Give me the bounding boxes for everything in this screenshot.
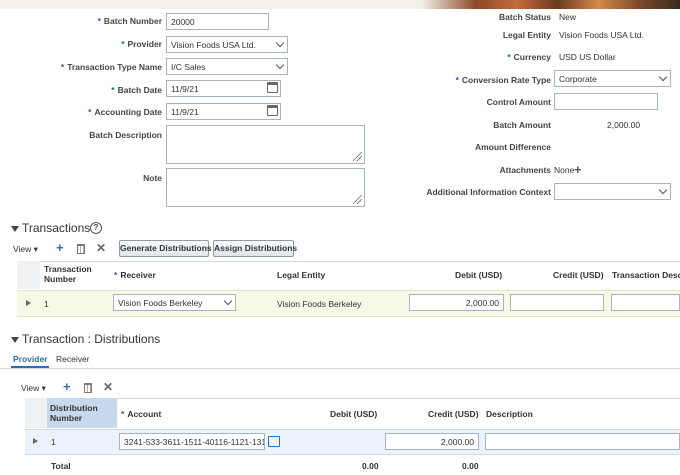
- col-distribution-number: Distribution Number: [50, 403, 98, 423]
- col-receiver: * Receiver: [114, 270, 156, 280]
- additional-info-context-label: Additional Information Context: [426, 187, 551, 197]
- receiver-select[interactable]: Vision Foods Berkeley: [113, 294, 236, 311]
- close-icon[interactable]: ✕: [103, 381, 113, 393]
- total-debit: 0.00: [362, 461, 379, 471]
- credit-field[interactable]: [510, 294, 604, 311]
- calendar-icon[interactable]: [267, 105, 278, 116]
- note-textarea[interactable]: [166, 168, 365, 207]
- generate-distributions-button[interactable]: Generate Distributions: [119, 240, 212, 257]
- amount-difference-label: Amount Difference: [474, 142, 551, 152]
- accounting-date-value: 11/9/21: [166, 103, 281, 120]
- col-description: Description: [486, 409, 533, 419]
- batch-amount-value: 2,000.00: [607, 120, 641, 130]
- receiver-value: Vision Foods Berkeley: [113, 294, 236, 311]
- transaction-description-field[interactable]: [611, 294, 680, 311]
- batch-description-label: Batch Description: [89, 130, 162, 140]
- close-icon[interactable]: ✕: [96, 242, 106, 254]
- help-icon[interactable]: ?: [90, 222, 102, 234]
- batch-date-field[interactable]: 11/9/21: [166, 80, 281, 97]
- conversion-rate-type-value: Corporate: [554, 70, 671, 87]
- table-divider: [25, 398, 680, 399]
- accounting-date-label: * Accounting Date: [88, 107, 162, 117]
- batch-date-value: 11/9/21: [166, 80, 281, 97]
- col-account: * Account: [121, 409, 162, 419]
- provider-value: Vision Foods USA Ltd.: [166, 36, 288, 53]
- table-divider: [17, 261, 680, 262]
- control-amount-field[interactable]: [554, 93, 658, 110]
- add-icon[interactable]: +: [56, 241, 64, 254]
- expand-row-icon[interactable]: [26, 300, 31, 306]
- legal-entity-label: Legal Entity: [502, 30, 551, 40]
- trash-icon[interactable]: [84, 383, 92, 393]
- col-credit: Credit (USD): [553, 270, 604, 280]
- batch-number-field[interactable]: 20000: [166, 13, 269, 30]
- view-label: View: [21, 383, 40, 393]
- distribution-description-field[interactable]: [485, 433, 680, 450]
- header-banner: [0, 0, 680, 9]
- provider-select[interactable]: Vision Foods USA Ltd.: [166, 36, 288, 53]
- conversion-rate-type-label: * Conversion Rate Type: [455, 75, 551, 85]
- collapse-transactions-icon[interactable]: [11, 226, 19, 232]
- batch-amount-label: Batch Amount: [493, 120, 551, 130]
- tab-receiver[interactable]: Receiver: [56, 354, 90, 364]
- batch-status-value: New: [559, 12, 577, 22]
- transactions-view-menu[interactable]: View ▾: [13, 244, 38, 255]
- add-attachment-icon[interactable]: +: [574, 163, 582, 176]
- distribution-credit-field[interactable]: 2,000.00: [385, 433, 479, 450]
- accounting-date-field[interactable]: 11/9/21: [166, 103, 281, 120]
- note-label: Note: [143, 173, 162, 183]
- col-transaction-desc: Transaction Desc: [612, 270, 680, 280]
- resize-grip-icon[interactable]: [353, 152, 362, 161]
- debit-field[interactable]: 2,000.00: [409, 294, 504, 311]
- col-legal-entity: Legal Entity: [277, 270, 326, 280]
- row-header-gutter: [25, 398, 47, 428]
- trash-icon[interactable]: [77, 244, 85, 254]
- provider-label: * Provider: [121, 39, 162, 49]
- currency-value: USD US Dollar: [559, 52, 616, 62]
- add-icon[interactable]: +: [63, 380, 71, 393]
- batch-number-label: * Batch Number: [97, 16, 162, 26]
- attachments-label: Attachments: [499, 165, 551, 175]
- expand-row-icon[interactable]: [33, 438, 38, 444]
- calendar-icon[interactable]: [267, 82, 278, 93]
- batch-status-label: Batch Status: [499, 12, 551, 22]
- legal-entity-value: Vision Foods USA Ltd.: [559, 30, 644, 40]
- transaction-number-cell: 1: [44, 299, 49, 309]
- transaction-type-select[interactable]: I/C Sales: [166, 58, 288, 75]
- batch-date-label: * Batch Date: [111, 85, 162, 95]
- distributions-title: Transaction : Distributions: [22, 332, 161, 346]
- col-debit: Debit (USD): [455, 270, 503, 280]
- view-label: View: [13, 244, 32, 254]
- tab-divider: [0, 368, 680, 369]
- col-transaction-number: Transaction Number: [44, 264, 92, 284]
- distributions-view-menu[interactable]: View ▾: [21, 383, 46, 394]
- distribution-number-cell: 1: [51, 437, 56, 447]
- currency-label: * Currency: [507, 52, 551, 62]
- total-label: Total: [51, 461, 71, 471]
- batch-description-textarea[interactable]: [166, 125, 365, 164]
- assign-distributions-button[interactable]: Assign Distributions: [213, 240, 297, 257]
- control-amount-label: Control Amount: [486, 97, 551, 107]
- collapse-distributions-icon[interactable]: [11, 337, 19, 343]
- account-field[interactable]: 3241-533-3611-1511-40116-1121-1311-0000: [119, 433, 265, 450]
- col-debit: Debit (USD): [330, 409, 378, 419]
- total-credit: 0.00: [462, 461, 479, 471]
- account-lookup-icon[interactable]: [268, 436, 280, 447]
- conversion-rate-type-select[interactable]: Corporate: [554, 70, 671, 87]
- transaction-type-label: * Transaction Type Name: [60, 62, 162, 72]
- row-header-gutter: [17, 261, 40, 289]
- resize-grip-icon[interactable]: [353, 195, 362, 204]
- transaction-type-value: I/C Sales: [166, 58, 288, 75]
- transactions-title: Transactions: [22, 221, 91, 235]
- additional-info-context-select[interactable]: [554, 183, 671, 200]
- attachments-value: None: [554, 165, 575, 175]
- legal-entity-cell: Vision Foods Berkeley: [277, 299, 362, 309]
- col-credit: Credit (USD): [428, 409, 479, 419]
- tab-provider[interactable]: Provider: [13, 354, 48, 364]
- additional-info-context-value: [554, 183, 671, 200]
